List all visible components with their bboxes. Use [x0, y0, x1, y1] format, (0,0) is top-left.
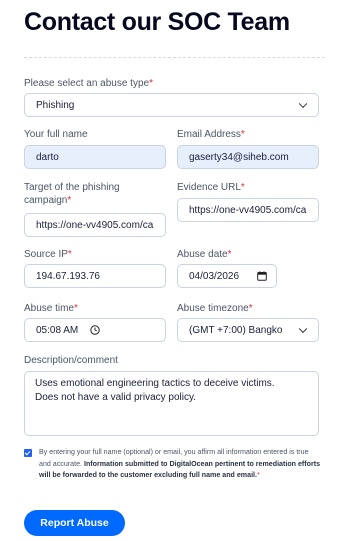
report-abuse-button[interactable]: Report Abuse — [24, 510, 125, 536]
abuse-timezone-label: Abuse timezone* — [177, 303, 253, 314]
full-name-label: Your full name — [24, 129, 88, 140]
page-title: Contact our SOC Team — [24, 8, 290, 36]
abuse-timezone-select[interactable]: (GMT +7:00) Bangko — [177, 318, 319, 342]
chevron-down-icon — [298, 99, 308, 109]
consent-text: By entering your full name (optional) or… — [39, 448, 321, 480]
email-label: Email Address* — [177, 129, 245, 140]
description-label: Description/comment — [24, 355, 118, 366]
email-field[interactable]: gaserty34@siheb.com — [177, 145, 319, 169]
clock-icon[interactable] — [90, 325, 100, 335]
calendar-icon[interactable] — [257, 271, 267, 281]
chevron-down-icon — [298, 324, 308, 334]
abuse-date-field[interactable]: 04/03/2026 — [177, 264, 277, 288]
full-name-field[interactable]: darto — [24, 145, 166, 169]
abuse-time-field[interactable]: 05:08 AM — [24, 318, 166, 342]
description-textarea[interactable]: Uses emotional engineering tactics to de… — [24, 371, 319, 436]
abuse-date-label: Abuse date* — [177, 249, 232, 260]
target-label: Target of the phishing campaign* — [24, 182, 120, 206]
title-divider — [24, 57, 325, 58]
abuse-type-select[interactable]: Phishing — [24, 93, 319, 117]
source-ip-label: Source IP* — [24, 249, 72, 260]
evidence-url-field[interactable]: https://one-vv4905.com/ca — [177, 198, 319, 222]
source-ip-field[interactable]: 194.67.193.76 — [24, 264, 166, 288]
consent-checkbox[interactable] — [24, 449, 32, 457]
abuse-time-label: Abuse time* — [24, 303, 78, 314]
abuse-type-label: Please select an abuse type* — [24, 78, 153, 89]
evidence-url-label: Evidence URL* — [177, 182, 245, 193]
target-url-field[interactable]: https://one-vv4905.com/ca — [24, 213, 166, 237]
